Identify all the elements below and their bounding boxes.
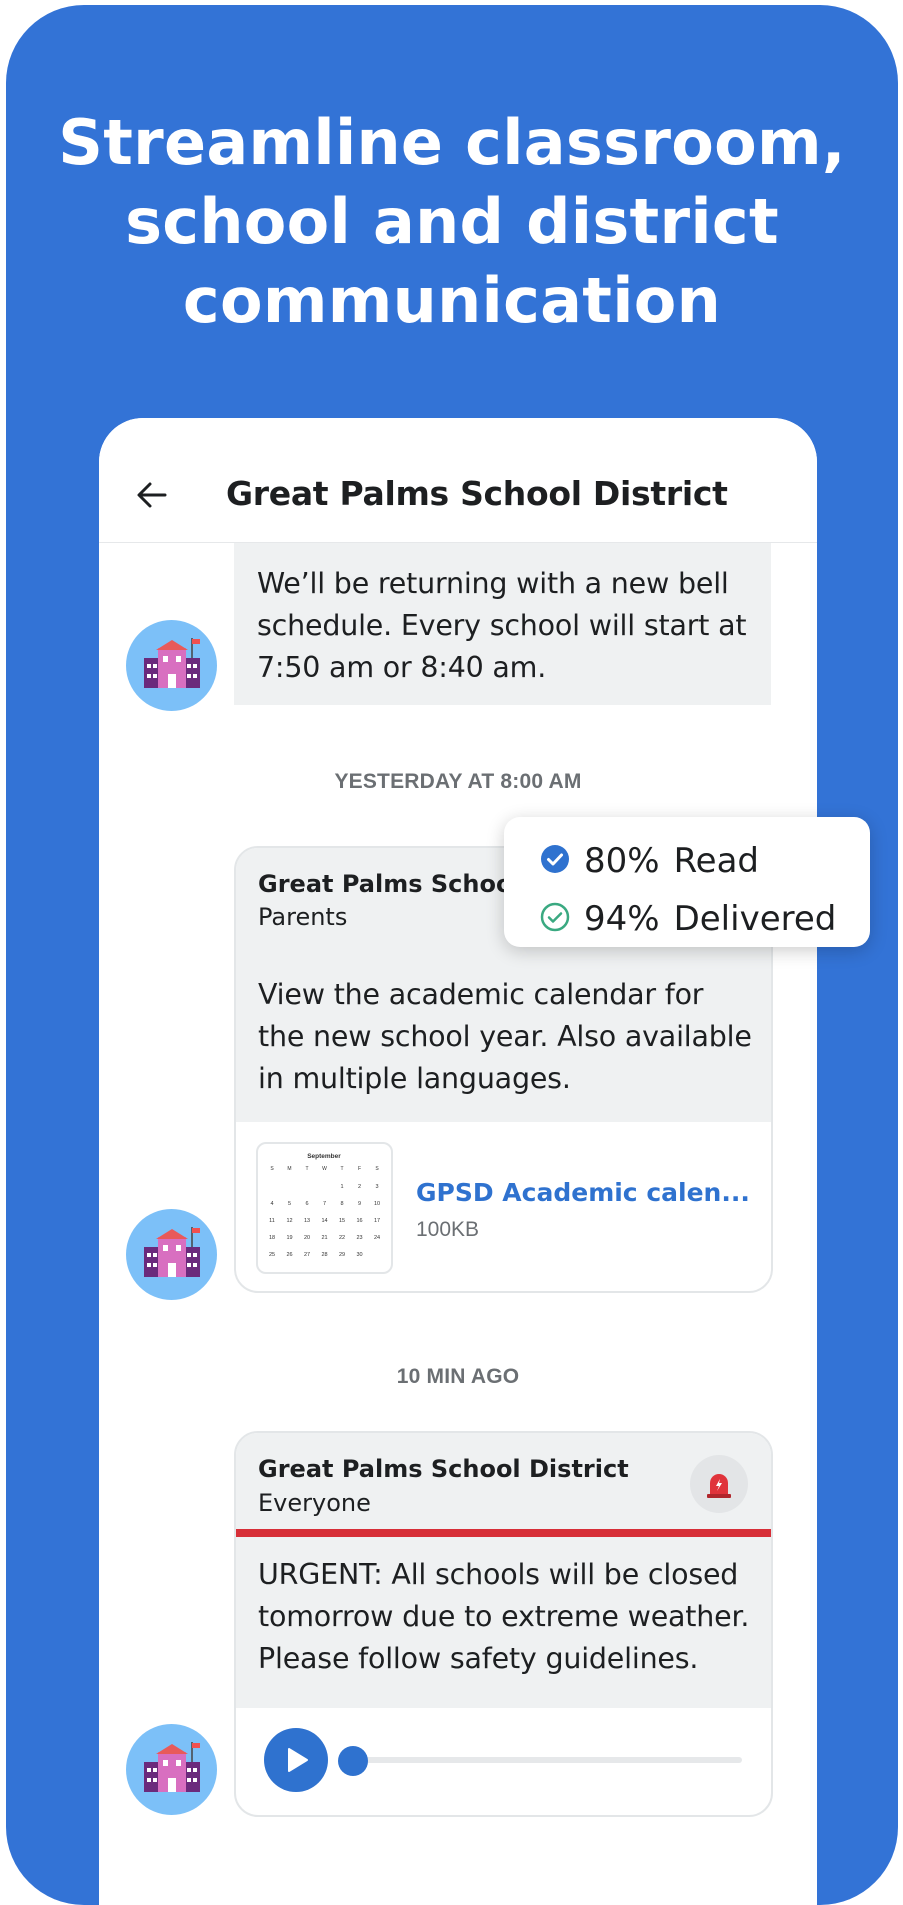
calendar-day: 30 — [356, 1252, 362, 1258]
calendar-day: 8 — [340, 1201, 343, 1207]
file-attachment[interactable]: September S M T W T F S 1 2 3 4 5 6 7 8 9 10 11 12 13 14 15 16 1… — [236, 1122, 771, 1291]
calendar-day: 25 — [269, 1252, 275, 1258]
calendar-thumbnail: September S M T W T F S 1 2 3 4 5 6 7 8 9 10 11 12 13 14 15 16 1… — [256, 1142, 393, 1274]
calendar-day: 7 — [323, 1201, 326, 1207]
calendar-day: 22 — [339, 1235, 345, 1241]
promo-frame: Streamline classroom, school and distric… — [6, 5, 898, 1905]
app-header: Great Palms School District — [99, 418, 817, 543]
calendar-weekday: F — [358, 1166, 361, 1172]
calendar-day: 11 — [269, 1218, 275, 1224]
delivered-label: Delivered — [673, 899, 837, 939]
message-body: Great Palms School District Everyone URG… — [236, 1433, 771, 1708]
calendar-day: 12 — [286, 1218, 292, 1224]
check-circle-filled-icon — [540, 844, 584, 879]
calendar-day: 29 — [339, 1252, 345, 1258]
audience-label: Everyone — [258, 1489, 371, 1517]
conversation-title: Great Palms School District — [226, 474, 728, 513]
calendar-day: 23 — [356, 1235, 362, 1241]
calendar-day: 21 — [321, 1235, 327, 1241]
calendar-day: 16 — [356, 1218, 362, 1224]
play-icon[interactable] — [264, 1728, 328, 1792]
calendar-day: 19 — [286, 1235, 292, 1241]
audio-player — [236, 1708, 771, 1815]
calendar-day: 17 — [374, 1218, 380, 1224]
message-text: We’ll be returning with a new bell sched… — [257, 567, 747, 684]
delivered-value: 94% — [584, 899, 660, 939]
audio-progress-track[interactable] — [342, 1757, 742, 1763]
school-building-icon — [126, 1209, 217, 1300]
arrow-left-icon[interactable] — [135, 478, 169, 512]
calendar-day: 4 — [270, 1201, 273, 1207]
headline-line-3: communication — [182, 264, 722, 337]
calendar-day: 5 — [288, 1201, 291, 1207]
calendar-day: 2 — [358, 1184, 361, 1190]
calendar-day: 27 — [304, 1252, 310, 1258]
message-card-urgent[interactable]: Great Palms School District Everyone URG… — [234, 1431, 773, 1817]
calendar-day: 15 — [339, 1218, 345, 1224]
attachment-name[interactable]: GPSD Academic calen... — [416, 1178, 750, 1207]
audience-label: Parents — [258, 903, 348, 931]
delivered-stat: 94% Delivered — [540, 899, 836, 939]
timestamp: YESTERDAY AT 8:00 AM — [334, 770, 582, 793]
calendar-day: 14 — [321, 1218, 327, 1224]
calendar-weekday: S — [270, 1166, 274, 1172]
message-bubble[interactable]: We’ll be returning with a new bell sched… — [234, 543, 771, 705]
read-label: Read — [673, 841, 760, 881]
calendar-day: 18 — [269, 1235, 275, 1241]
calendar-weekday: T — [305, 1166, 308, 1172]
calendar-day: 20 — [304, 1235, 310, 1241]
message-text: View the academic calendar for the new s… — [258, 978, 752, 1095]
calendar-weekday: W — [322, 1166, 327, 1172]
calendar-day: 6 — [305, 1201, 308, 1207]
read-value: 80% — [584, 841, 660, 881]
calendar-day: 10 — [374, 1201, 380, 1207]
read-receipt-popover: 80% Read 94% Delivered — [504, 817, 870, 947]
headline: Streamline classroom, school and distric… — [6, 103, 898, 340]
sender-name: Great Palms School District — [258, 1455, 629, 1483]
calendar-day: 13 — [304, 1218, 310, 1224]
calendar-day: 24 — [374, 1235, 380, 1241]
school-building-icon — [126, 620, 217, 711]
calendar-weekday: M — [287, 1166, 291, 1172]
read-stat: 80% Read — [540, 841, 759, 881]
calendar-day: 26 — [286, 1252, 292, 1258]
calendar-day: 28 — [321, 1252, 327, 1258]
calendar-day: 9 — [358, 1201, 361, 1207]
calendar-day: 3 — [375, 1184, 378, 1190]
calendar-weekday: T — [340, 1166, 343, 1172]
phone-screen: Great Palms School District We’ll be ret… — [99, 418, 817, 1905]
message-text: URGENT: All schools will be closed tomor… — [258, 1558, 750, 1675]
school-building-icon — [126, 1724, 217, 1815]
headline-line-1: Streamline classroom, — [58, 106, 846, 179]
audio-progress-knob[interactable] — [338, 1746, 368, 1776]
attachment-size: 100KB — [416, 1218, 480, 1241]
headline-line-2: school and district — [125, 185, 779, 258]
siren-alarm-icon — [690, 1455, 748, 1513]
urgent-divider — [236, 1529, 771, 1537]
calendar-day: 1 — [340, 1184, 343, 1190]
timestamp: 10 MIN AGO — [396, 1365, 520, 1388]
calendar-weekday: S — [375, 1166, 379, 1172]
calendar-month: September — [307, 1153, 341, 1160]
check-circle-outline-icon — [540, 902, 584, 937]
